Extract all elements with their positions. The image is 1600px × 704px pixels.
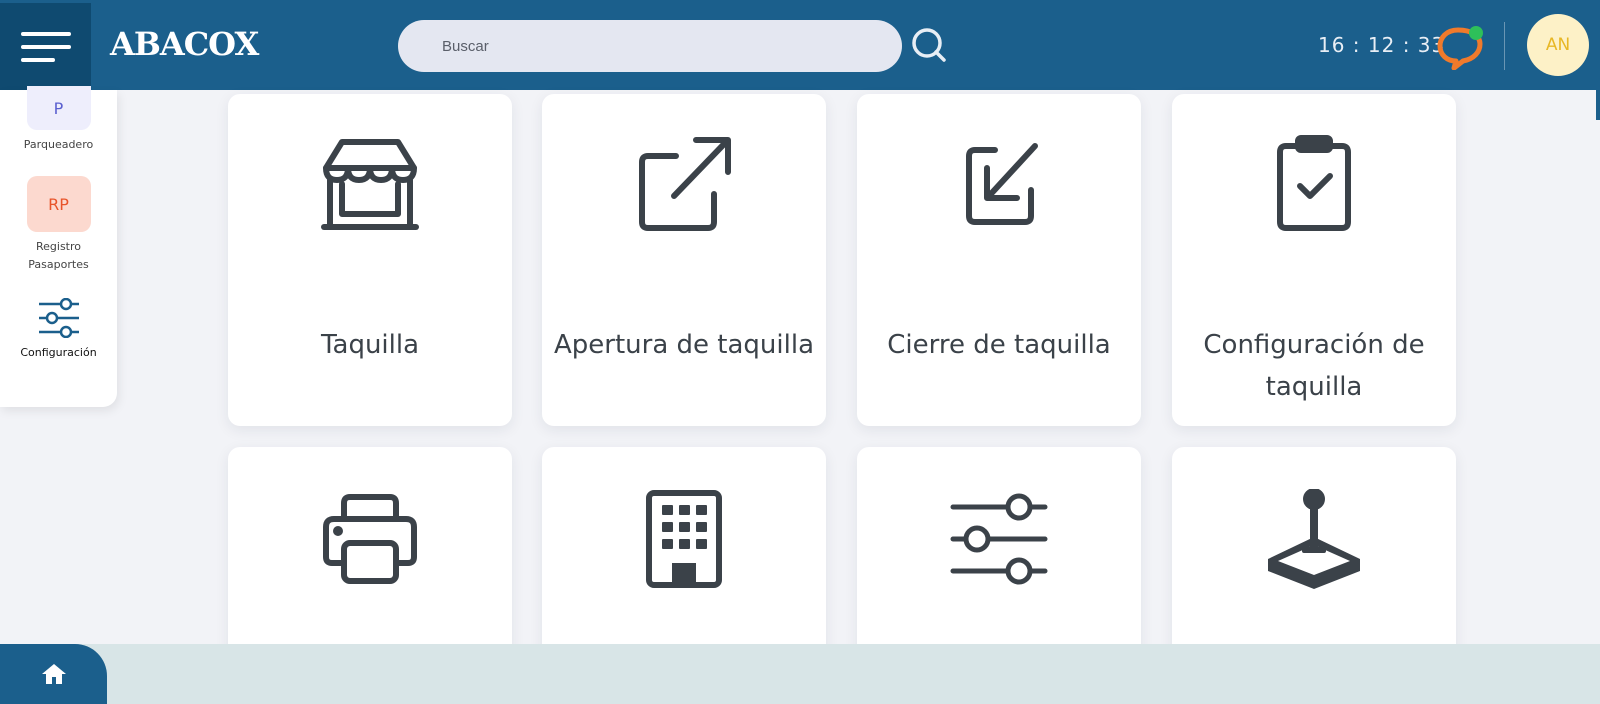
hamburger-line [20, 44, 71, 49]
card-label: Cierre de taquilla [887, 330, 1111, 360]
bottom-bar [0, 644, 1600, 704]
external-link-icon [634, 134, 734, 234]
user-avatar[interactable]: AN [1527, 14, 1589, 76]
store-icon [320, 134, 420, 234]
card-apertura-taquilla[interactable]: Apertura de taquilla [542, 94, 826, 426]
card-impresora[interactable] [228, 447, 512, 667]
card-ajustes[interactable] [857, 447, 1141, 667]
clock-display: 16 : 12 : 33 [1318, 33, 1446, 57]
sliders-icon [38, 298, 79, 338]
registro-pasaportes-badge: RP [26, 176, 91, 232]
joystick-icon [1264, 488, 1364, 589]
arrow-in-box-icon [949, 134, 1049, 234]
home-button[interactable] [0, 644, 107, 704]
card-configuracion-taquilla[interactable]: Configuración de taquilla [1172, 94, 1456, 426]
chat-notification-icon[interactable] [1436, 24, 1486, 70]
sliders-icon [949, 489, 1049, 589]
clipboard-check-icon [1264, 134, 1364, 234]
sidebar-item-label: Parqueadero [23, 138, 94, 151]
sidebar-item-configuracion[interactable]: Configuración [0, 298, 117, 362]
hamburger-line [20, 57, 55, 62]
top-header: ABACOX 16 : 12 : 33 AN [0, 0, 1600, 90]
menu-button[interactable] [0, 3, 91, 90]
app-logo[interactable]: ABACOX [110, 22, 259, 66]
card-label: Configuración de taquilla [1203, 330, 1425, 402]
search-icon[interactable] [911, 27, 947, 63]
sidebar-item-parqueadero[interactable]: P Parqueadero [0, 86, 117, 154]
card-empresa[interactable] [542, 447, 826, 667]
home-icon [41, 664, 66, 684]
sidebar: P Parqueadero RP Registro Pasaportes Con… [0, 86, 117, 407]
card-juegos[interactable] [1172, 447, 1456, 667]
parqueadero-badge: P [26, 86, 91, 130]
search-input[interactable] [398, 20, 902, 72]
hamburger-line [20, 31, 71, 36]
card-label: Apertura de taquilla [553, 330, 814, 360]
card-cierre-taquilla[interactable]: Cierre de taquilla [857, 94, 1141, 426]
header-divider [1504, 22, 1505, 70]
printer-icon [320, 489, 420, 589]
sidebar-item-label: Configuración [20, 346, 97, 359]
building-icon [634, 489, 734, 589]
card-taquilla[interactable]: Taquilla [228, 94, 512, 426]
card-label: Taquilla [320, 330, 420, 360]
header-edge [1596, 90, 1600, 120]
sidebar-item-registro-pasaportes[interactable]: RP Registro Pasaportes [0, 176, 117, 274]
sidebar-item-label: Registro Pasaportes [28, 240, 89, 271]
